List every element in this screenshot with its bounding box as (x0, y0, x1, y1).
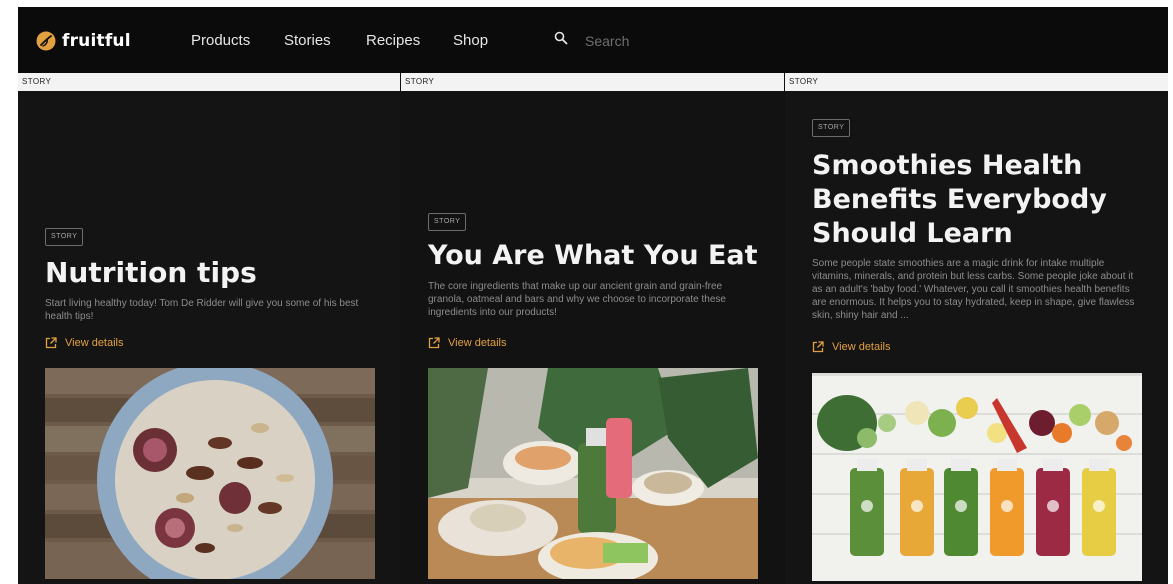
nav-link-stories[interactable]: Stories (284, 32, 331, 49)
story-card-nutrition-tips: STORY STORY Nutrition tips Start living … (18, 73, 400, 584)
top-nav: fruitful Products Stories Recipes Shop (18, 7, 1168, 73)
story-description: Some people state smoothies are a magic … (812, 258, 1135, 321)
search-input[interactable] (583, 29, 807, 53)
brand-name: fruitful (62, 31, 131, 51)
view-details-label: View details (448, 337, 507, 349)
story-card-you-are-what-you-eat: STORY STORY You Are What You Eat The cor… (401, 73, 784, 584)
story-title[interactable]: Smoothies Health Benefits Everybody Shou… (812, 149, 1152, 251)
view-details-link[interactable]: View details (428, 337, 507, 349)
story-title[interactable]: You Are What You Eat (428, 238, 758, 274)
external-link-icon (428, 337, 440, 349)
muesli-bowl-photo[interactable] (45, 368, 375, 579)
brand-logo[interactable]: fruitful (36, 27, 131, 55)
healthy-lunch-photo[interactable] (428, 368, 758, 579)
nav-link-products[interactable]: Products (191, 32, 250, 49)
story-tag: STORY (812, 119, 851, 137)
story-title[interactable]: Nutrition tips (45, 255, 257, 291)
view-details-label: View details (832, 341, 891, 353)
view-details-label: View details (65, 337, 124, 349)
view-details-link[interactable]: View details (812, 341, 891, 353)
external-link-icon (812, 341, 824, 353)
smoothie-bottles-photo[interactable] (812, 373, 1142, 581)
story-card-smoothies: STORY STORY Smoothies Health Benefits Ev… (785, 73, 1168, 584)
nav-link-recipes[interactable]: Recipes (366, 32, 420, 49)
fruitful-logo-icon (36, 31, 56, 51)
search-icon[interactable] (554, 31, 568, 45)
story-description: The core ingredients that make up our an… (428, 281, 726, 318)
story-tag: STORY (428, 213, 467, 231)
story-bar: STORY (401, 73, 784, 91)
story-bar: STORY (18, 73, 400, 91)
story-bar: STORY (785, 73, 1168, 91)
story-tag: STORY (45, 228, 84, 246)
nav-link-shop[interactable]: Shop (453, 32, 488, 49)
external-link-icon (45, 337, 57, 349)
app-frame: fruitful Products Stories Recipes Shop S… (18, 7, 1168, 584)
view-details-link[interactable]: View details (45, 337, 124, 349)
story-description: Start living healthy today! Tom De Ridde… (45, 298, 359, 322)
